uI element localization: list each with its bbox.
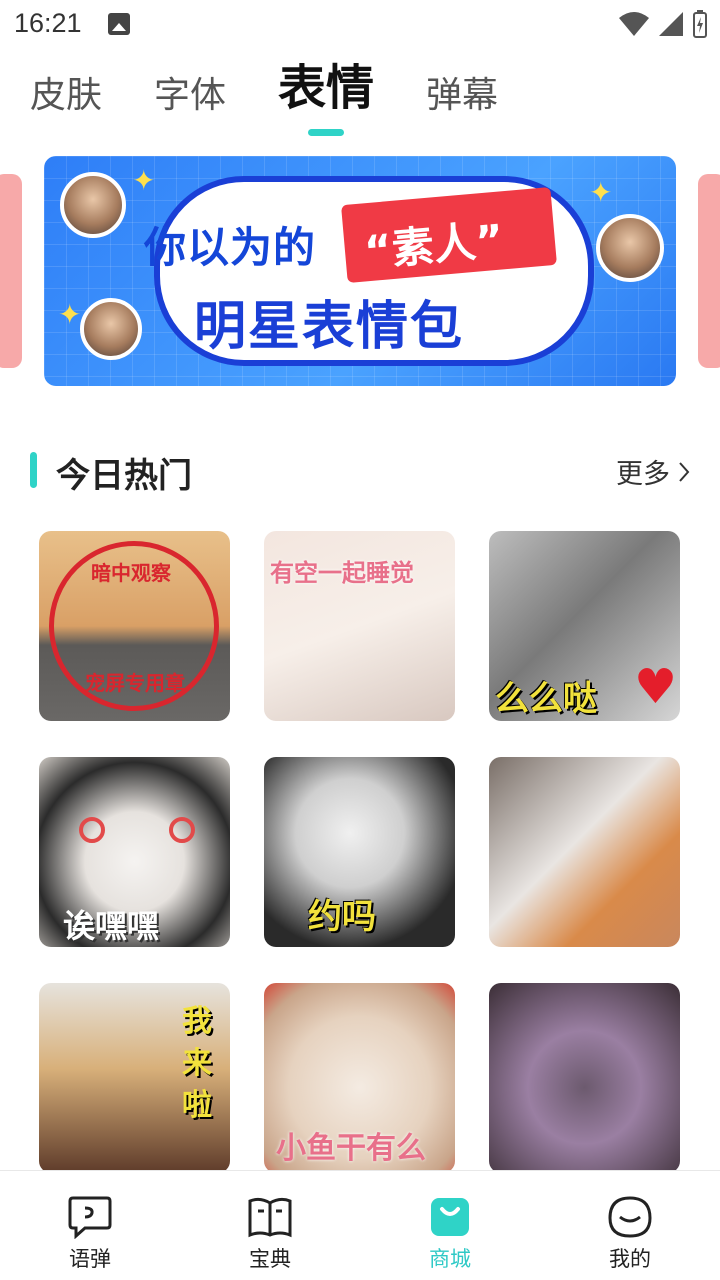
sticker-tile[interactable]: 有空一起睡觉 xyxy=(264,531,455,721)
nav-label: 宝典 xyxy=(249,1247,291,1271)
shopping-bag-icon xyxy=(431,1198,469,1236)
bottom-navigation: 语弹 宝典 商城 我的 xyxy=(0,1170,720,1280)
celebrity-avatar xyxy=(596,214,664,282)
sticker-caption: 约吗 xyxy=(308,897,376,937)
sticker-caption: 我来啦 xyxy=(182,1004,212,1123)
sticker-tile[interactable] xyxy=(489,757,680,947)
sticker-tile[interactable]: 我来啦 xyxy=(39,983,230,1173)
nav-item-mine[interactable]: 我的 xyxy=(540,1171,720,1280)
sparkle-icon: ✦ xyxy=(132,164,156,197)
wifi-icon xyxy=(619,12,649,36)
sparkle-icon: ✦ xyxy=(589,176,613,209)
sticker-caption: 么么哒 xyxy=(495,679,597,719)
nav-item-yudan[interactable]: 语弹 xyxy=(0,1171,180,1280)
sticker-tile[interactable]: 约吗 xyxy=(264,757,455,947)
sticker-caption: 有空一起睡觉 xyxy=(270,559,414,587)
nav-label: 商城 xyxy=(429,1247,471,1271)
sticker-tile[interactable] xyxy=(489,983,680,1173)
banner-title-line1: 你以为的 xyxy=(144,223,317,272)
promo-banner[interactable]: ✦ ✦ ✦ 你以为的 “素人” 明星表情包 xyxy=(44,156,676,386)
nav-item-shop[interactable]: 商城 xyxy=(360,1171,540,1280)
tab-skin[interactable]: 皮肤 xyxy=(30,66,102,140)
sticker-tile[interactable]: 小鱼干有么 xyxy=(264,983,455,1173)
section-header: 今日热门 更多 xyxy=(30,448,690,496)
battery-icon xyxy=(693,10,707,38)
heart-icon: ♥ xyxy=(634,659,678,715)
chat-bubble-icon xyxy=(68,1196,112,1239)
sticker-tile[interactable]: 暗中观察 宠屏专用章 xyxy=(39,531,230,721)
more-label: 更多 xyxy=(616,459,670,490)
section-accent-bar xyxy=(30,452,37,488)
nav-label: 我的 xyxy=(609,1247,651,1271)
status-time: 16:21 xyxy=(14,8,82,38)
banner-highlight-text: “素人” xyxy=(362,215,506,276)
sticker-caption: 诶嘿嘿 xyxy=(63,907,160,945)
smiley-face-icon xyxy=(608,1196,652,1238)
category-tabs: 皮肤 字体 表情 弹幕 xyxy=(30,60,550,140)
section-title: 今日热门 xyxy=(56,456,192,496)
image-notification-icon xyxy=(108,13,130,35)
sticker-caption: 宠屏专用章 xyxy=(85,671,185,695)
book-icon xyxy=(248,1197,292,1238)
spiral-icon xyxy=(169,817,195,843)
spiral-icon xyxy=(79,817,105,843)
nav-label: 语弹 xyxy=(69,1247,111,1271)
sticker-tile[interactable]: 么么哒 ♥ xyxy=(489,531,680,721)
sticker-tile[interactable]: 诶嘿嘿 xyxy=(39,757,230,947)
nav-item-baodian[interactable]: 宝典 xyxy=(180,1171,360,1280)
sticker-caption: 小鱼干有么 xyxy=(276,1131,426,1166)
sticker-caption: 暗中观察 xyxy=(91,561,171,585)
tab-danmaku[interactable]: 弹幕 xyxy=(426,66,498,140)
chevron-right-icon xyxy=(679,461,690,482)
status-icons xyxy=(618,10,708,38)
celebrity-avatar xyxy=(80,298,142,360)
tab-emoji[interactable]: 表情 xyxy=(278,48,374,140)
banner-title-line2: 明星表情包 xyxy=(194,297,465,357)
previous-banner-peek[interactable] xyxy=(0,174,22,368)
sparkle-icon: ✦ xyxy=(58,298,82,331)
next-banner-peek[interactable] xyxy=(698,174,720,368)
more-link[interactable]: 更多 xyxy=(616,452,690,491)
celebrity-avatar xyxy=(60,172,126,238)
banner-carousel: ✦ ✦ ✦ 你以为的 “素人” 明星表情包 xyxy=(0,156,720,386)
status-bar: 16:21 xyxy=(0,0,720,48)
cell-signal-icon xyxy=(659,12,683,36)
tab-font[interactable]: 字体 xyxy=(154,66,226,140)
